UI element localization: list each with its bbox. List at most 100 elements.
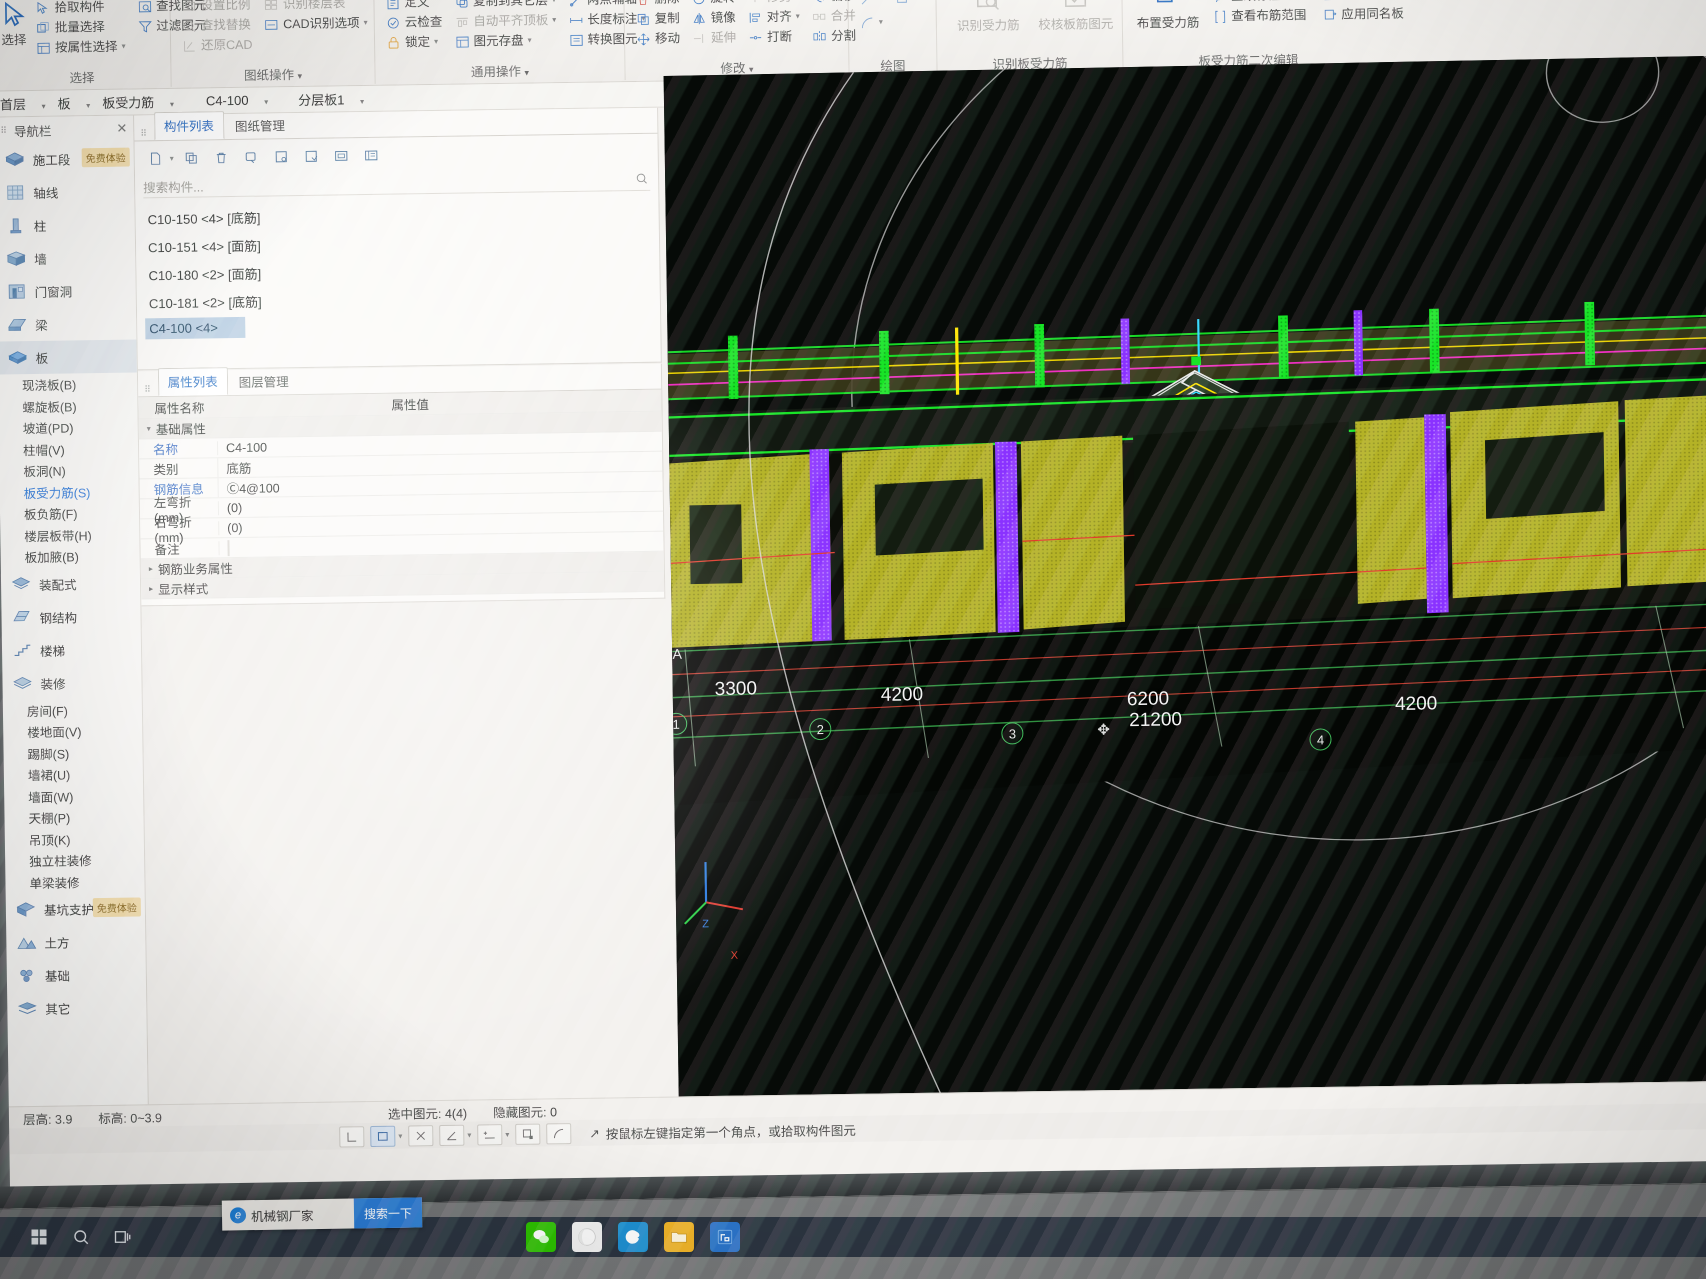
list-item[interactable]: C10-151 <4> [面筋]	[144, 227, 651, 260]
chevron-down-icon[interactable]: ▾	[796, 9, 800, 25]
copy-rebar-button[interactable]: 复制钢筋	[1319, 0, 1407, 4]
import-component-icon[interactable]	[269, 145, 294, 168]
select-tool-button[interactable]: 选择	[0, 0, 27, 69]
sidebar-item-decoration[interactable]: 装修	[2, 665, 141, 700]
trim-button[interactable]: 修剪	[744, 0, 802, 6]
search-icon[interactable]	[68, 1224, 94, 1250]
sidebar-item-axis[interactable]: 轴线	[0, 174, 134, 209]
save-element-button[interactable]: 图元存盘 ▾	[451, 31, 559, 51]
sidebar-subitem-floor-surface[interactable]: 楼地面(V)	[3, 719, 142, 743]
tab-component-list[interactable]: 构件列表	[153, 111, 225, 141]
arc-button[interactable]: ▾	[857, 13, 886, 31]
sidebar-subitem-ramp[interactable]: 坡道(PD)	[0, 415, 138, 439]
chevron-right-icon[interactable]: ▸	[149, 564, 153, 573]
mini-search-popup[interactable]: e 机械钢厂家 搜索一下	[221, 1197, 423, 1231]
copy-component-icon[interactable]	[179, 146, 204, 169]
recognize-floor-table-button[interactable]: 识别楼层表	[261, 0, 371, 14]
arc-draw-icon[interactable]	[546, 1122, 572, 1144]
select-by-property-button[interactable]: 按属性选择 ▾	[33, 38, 129, 57]
apply-same-slab-button[interactable]: 应用同名板	[1319, 5, 1407, 24]
sidebar-subitem-floor-band[interactable]: 楼层板带(H)	[0, 523, 139, 547]
chevron-down-icon[interactable]: ▾	[360, 97, 364, 106]
new-component-icon[interactable]	[143, 147, 168, 170]
rectangle-button[interactable]	[891, 0, 912, 7]
drag-grip-icon[interactable]: ⠿	[144, 384, 152, 394]
line-button[interactable]	[856, 0, 885, 8]
sidebar-subitem-column-decoration[interactable]: 独立柱装修	[5, 848, 144, 872]
rectangle-select-icon[interactable]	[370, 1125, 396, 1147]
sidebar-subitem-slab-main-rebar[interactable]: 板受力筋(S)	[0, 480, 139, 504]
free-trial-badge[interactable]: 免费体验	[81, 147, 130, 168]
chevron-down-icon[interactable]: ▾	[147, 424, 151, 433]
sidebar-subitem-ceiling[interactable]: 天棚(P)	[4, 805, 143, 829]
recognize-rebar-button[interactable]: 识别受力筋	[952, 0, 1024, 55]
remark-input[interactable]	[227, 539, 230, 556]
move-button[interactable]: 移动	[633, 29, 683, 48]
place-rebar-button[interactable]: 布置受力筋	[1136, 0, 1200, 53]
sidebar-item-door-window[interactable]: 门窗洞	[0, 273, 136, 308]
tab-property-list[interactable]: 属性列表	[157, 367, 228, 397]
chevron-down-icon[interactable]: ▾	[363, 15, 368, 31]
chevron-down-icon[interactable]: ▾	[264, 97, 268, 106]
file-explorer-icon[interactable]	[664, 1222, 694, 1252]
angle-snap-icon[interactable]	[439, 1124, 465, 1146]
mirror-button[interactable]: 镜像	[689, 8, 739, 27]
find-replace-button[interactable]: 查找替换	[179, 16, 256, 35]
sidebar-item-column[interactable]: 柱	[0, 207, 135, 242]
copy-button[interactable]: 复制	[633, 9, 683, 28]
lock-button[interactable]: 锁定 ▾	[383, 33, 446, 52]
view-rebar-range-button[interactable]: 查看布筋范围	[1209, 6, 1309, 25]
model-viewport-3d[interactable]: C4-100	[663, 55, 1706, 1141]
sidebar-item-beam[interactable]: 梁	[0, 306, 136, 341]
sidebar-subitem-beam-decoration[interactable]: 单梁装修	[5, 870, 144, 894]
sidebar-subitem-slab-hole[interactable]: 板洞(N)	[0, 458, 139, 482]
browser-ball-icon[interactable]	[572, 1222, 602, 1252]
chevron-down-icon[interactable]: ▾	[434, 34, 438, 50]
sidebar-item-foundation-pit[interactable]: 基坑支护 🔒 免费体验	[6, 891, 145, 926]
sidebar-item-other[interactable]: 其它	[7, 990, 146, 1025]
rename-component-icon[interactable]	[239, 146, 264, 169]
delete-component-icon[interactable]	[209, 146, 234, 169]
mini-search-text[interactable]: 机械钢厂家	[251, 1205, 314, 1225]
sidebar-subitem-skirting[interactable]: 踢脚(S)	[3, 741, 142, 765]
restore-cad-button[interactable]: 还原CAD	[179, 36, 256, 55]
break-button[interactable]: 打断	[745, 28, 803, 47]
sidebar-subitem-dado[interactable]: 墙裙(U)	[4, 762, 143, 786]
chevron-down-icon[interactable]: ▾	[42, 102, 46, 111]
chevron-down-icon[interactable]: ▾	[552, 12, 556, 28]
rotate-button[interactable]: 旋转	[688, 0, 738, 7]
task-view-icon[interactable]	[110, 1224, 136, 1250]
sidebar-item-construction-section[interactable]: 施工段 🔒 免费体验	[0, 141, 134, 176]
batch-select-button[interactable]: 批量选择	[33, 18, 129, 37]
list-item[interactable]: C10-150 <4> [底筋]	[143, 199, 650, 232]
sidebar-item-slab[interactable]: 板	[0, 339, 137, 375]
tab-layer-management[interactable]: 图层管理	[229, 368, 297, 395]
chevron-down-icon[interactable]: ▾	[524, 68, 529, 78]
component-selector[interactable]: C4-100 ▾	[180, 92, 274, 109]
chevron-down-icon[interactable]: ▾	[552, 0, 556, 8]
sidebar-subitem-suspended-ceiling[interactable]: 吊顶(K)	[5, 827, 144, 851]
cancel-icon[interactable]	[408, 1124, 434, 1147]
type-selector[interactable]: 板受力筋 ▾	[96, 92, 180, 112]
set-scale-button[interactable]: 设置比例	[178, 0, 255, 15]
list-item-selected[interactable]: C4-100 <4>	[145, 316, 246, 340]
sidebar-item-steel-structure[interactable]: 钢结构	[1, 599, 140, 634]
sidebar-subitem-wall-surface[interactable]: 墙面(W)	[4, 784, 143, 808]
chevron-right-icon[interactable]: ▸	[149, 584, 153, 593]
edge-icon[interactable]	[618, 1222, 648, 1252]
merge-component-icon[interactable]	[329, 144, 354, 167]
export-component-icon[interactable]	[299, 145, 324, 168]
start-icon[interactable]	[26, 1224, 52, 1250]
check-slab-rebar-button[interactable]: 校核板筋图元	[1037, 0, 1114, 54]
delete-button[interactable]: 删除	[632, 0, 682, 8]
sidebar-item-stairs[interactable]: 楼梯	[2, 632, 141, 667]
sidebar-item-wall[interactable]: 墙	[0, 240, 135, 275]
level-selector[interactable]: 首层 ▾	[0, 94, 52, 114]
free-trial-badge[interactable]: 免费体验	[92, 897, 142, 918]
chevron-down-icon[interactable]: ▾	[170, 100, 174, 109]
chevron-down-icon[interactable]: ▾	[467, 1130, 471, 1139]
wechat-icon[interactable]	[526, 1222, 556, 1252]
align-button[interactable]: 对齐 ▾	[745, 8, 803, 27]
ortho-snap-icon[interactable]	[339, 1125, 365, 1148]
search-icon[interactable]	[635, 172, 648, 190]
